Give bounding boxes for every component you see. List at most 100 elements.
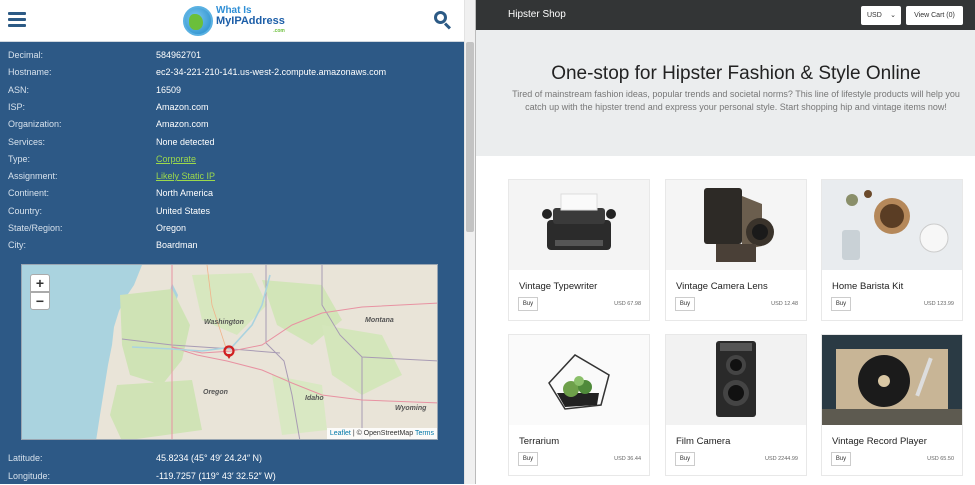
info-row-value: United States xyxy=(156,205,211,216)
map-label-washington: Washington xyxy=(204,319,244,326)
product-price: USD 65.50 xyxy=(927,456,954,462)
terms-link[interactable]: Terms xyxy=(415,430,434,437)
info-row: Services: None detected xyxy=(0,134,464,151)
terrarium-image[interactable] xyxy=(509,335,649,425)
camera-image[interactable] xyxy=(666,180,806,270)
site-logo[interactable]: What Is MyIPAddress .com xyxy=(183,4,285,38)
hero-banner: One-stop for Hipster Fashion & Style Onl… xyxy=(476,30,975,156)
barista-kit-image[interactable] xyxy=(822,180,962,270)
info-row-value: 45.8234 (45° 49′ 24.24″ N) xyxy=(156,453,263,463)
info-row-label: ISP: xyxy=(8,101,26,112)
info-row: State/Region: Oregon xyxy=(0,220,464,237)
map-canvas xyxy=(22,265,437,439)
info-row-label: State/Region: xyxy=(8,223,63,233)
hero-subtitle: Tired of mainstream fashion ideas, popul… xyxy=(512,89,960,112)
currency-value: USD xyxy=(867,12,882,19)
buy-button[interactable]: Buy xyxy=(518,452,538,466)
info-row-value: Amazon.com xyxy=(156,101,209,112)
info-row-label: Country: xyxy=(8,205,43,216)
scrollbar-thumb[interactable] xyxy=(466,42,474,232)
info-row-link[interactable]: Corporate xyxy=(156,151,196,168)
product-name[interactable]: Terrarium xyxy=(519,436,559,447)
leaflet-link[interactable]: Leaflet xyxy=(330,430,351,437)
buy-button[interactable]: Buy xyxy=(831,297,851,311)
info-row-label: Decimal: xyxy=(8,50,44,60)
info-row: Assignment: Likely Static IP xyxy=(0,168,464,185)
info-row-value: None detected xyxy=(156,136,215,147)
product-price: USD 67.98 xyxy=(614,301,641,307)
info-row-label: Continent: xyxy=(8,188,50,199)
product-price: USD 2244.99 xyxy=(764,456,798,462)
map-label-oregon: Oregon xyxy=(203,389,228,396)
product-price: USD 123.99 xyxy=(924,301,954,307)
view-cart-button[interactable]: View Cart (0) xyxy=(906,6,963,25)
info-row: Organization: Amazon.com xyxy=(0,116,464,133)
currency-select[interactable]: USD ⌄ xyxy=(861,6,901,25)
product-price: USD 36.44 xyxy=(614,456,641,462)
map-zoom-in-button[interactable]: + xyxy=(30,274,50,292)
info-row-value: ec2-34-221-210-141.us-west-2.compute.ama… xyxy=(156,67,387,78)
info-row: Latitude: 45.8234 (45° 49′ 24.24″ N) xyxy=(0,450,464,467)
info-row: ASN: 16509 xyxy=(0,82,464,99)
product-grid: Vintage Typewriter Buy USD 67.98 Vintage Ca… xyxy=(476,156,975,484)
info-row-label: City: xyxy=(8,240,26,251)
record-player-image[interactable] xyxy=(822,335,962,425)
map-label-idaho: Idaho xyxy=(305,395,324,402)
info-row-value: Boardman xyxy=(156,240,198,251)
typewriter-image[interactable] xyxy=(509,180,649,270)
hipster-shop-pane: Hipster Shop USD ⌄ View Cart (0) One-sto… xyxy=(475,0,975,484)
product-name[interactable]: Film Camera xyxy=(676,436,730,447)
product-name[interactable]: Vintage Camera Lens xyxy=(676,281,768,292)
info-row: Decimal: 584962701 xyxy=(0,47,464,64)
ip-lookup-pane: What Is MyIPAddress .com Decimal: 5849627… xyxy=(0,0,475,484)
info-row-label: Services: xyxy=(8,136,46,147)
info-row: Type: Corporate xyxy=(0,151,464,168)
buy-button[interactable]: Buy xyxy=(675,297,695,311)
info-row: Continent: North America xyxy=(0,185,464,202)
shop-header: Hipster Shop USD ⌄ View Cart (0) xyxy=(476,0,975,30)
info-row: Longitude: -119.7257 (119° 43′ 32.52″ W) xyxy=(0,468,464,485)
osm-attribution: | © OpenStreetMap xyxy=(352,430,414,437)
info-row-value: 584962701 xyxy=(156,50,202,60)
hero-title: One-stop for Hipster Fashion & Style Onl… xyxy=(551,63,921,84)
globe-icon xyxy=(183,6,213,36)
info-row: ISP: Amazon.com xyxy=(0,99,464,116)
map-zoom-out-button[interactable]: − xyxy=(30,292,50,310)
info-row-label: ASN: xyxy=(8,84,30,95)
product-card[interactable]: Vintage Typewriter Buy USD 67.98 xyxy=(508,179,650,321)
hamburger-menu-icon[interactable] xyxy=(8,12,26,27)
info-row-label: Hostname: xyxy=(8,67,52,78)
buy-button[interactable]: Buy xyxy=(831,452,851,466)
product-card[interactable]: Vintage Camera Lens Buy USD 12.48 xyxy=(665,179,807,321)
product-name[interactable]: Vintage Typewriter xyxy=(519,281,597,292)
product-card[interactable]: Film Camera Buy USD 2244.99 xyxy=(665,334,807,476)
info-row-value: Oregon xyxy=(156,223,187,233)
logo-line-2: MyIPAddress xyxy=(216,15,285,27)
logo-line-3: .com xyxy=(273,28,285,34)
product-name[interactable]: Vintage Record Player xyxy=(832,436,927,447)
product-name[interactable]: Home Barista Kit xyxy=(832,281,903,292)
search-icon[interactable] xyxy=(434,11,452,30)
info-row: Hostname: ec2-34-221-210-141.us-west-2.co… xyxy=(0,64,464,81)
product-price: USD 12.48 xyxy=(771,301,798,307)
info-row-value: North America xyxy=(156,188,214,199)
info-row-label: Organization: xyxy=(8,119,62,130)
info-row: Country: United States xyxy=(0,203,464,220)
product-card[interactable]: Home Barista Kit Buy USD 123.99 xyxy=(821,179,963,321)
film-camera-image[interactable] xyxy=(666,335,806,425)
ip-info-panel: Decimal: 584962701 Hostname: ec2-34-221-210… xyxy=(0,42,464,484)
info-row-label: Type: xyxy=(8,153,31,164)
info-row-label: Longitude: xyxy=(8,470,51,481)
buy-button[interactable]: Buy xyxy=(518,297,538,311)
info-row-value: -119.7257 (119° 43′ 32.52″ W) xyxy=(156,470,276,481)
info-row-label: Latitude: xyxy=(8,453,43,463)
info-row-value: Amazon.com xyxy=(156,119,209,130)
product-card[interactable]: Vintage Record Player Buy USD 65.50 xyxy=(821,334,963,476)
info-row: City: Boardman xyxy=(0,237,464,254)
location-map[interactable]: Washington Montana Oregon Idaho Wyoming … xyxy=(21,264,438,440)
info-row-link[interactable]: Likely Static IP xyxy=(156,168,215,185)
shop-title[interactable]: Hipster Shop xyxy=(508,9,566,20)
buy-button[interactable]: Buy xyxy=(675,452,695,466)
product-card[interactable]: Terrarium Buy USD 36.44 xyxy=(508,334,650,476)
map-attribution: Leaflet | © OpenStreetMap Terms xyxy=(326,428,437,439)
